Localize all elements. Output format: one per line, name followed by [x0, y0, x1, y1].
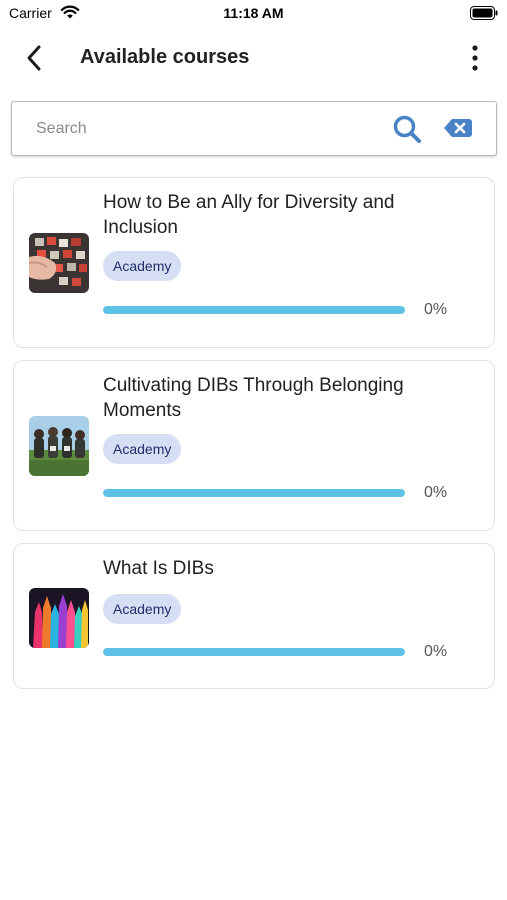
category-badge: Academy — [103, 251, 182, 281]
progress-label: 0% — [424, 484, 448, 501]
search-bar — [11, 101, 497, 156]
clear-text-icon[interactable] — [443, 117, 473, 139]
progress-label: 0% — [424, 301, 448, 318]
search-icon[interactable] — [392, 114, 422, 144]
progress-bar — [103, 306, 405, 314]
course-card[interactable]: Cultivating DIBs Through Belonging Momen… — [13, 360, 495, 531]
course-title: What Is DIBs — [103, 558, 214, 579]
course-thumbnail — [29, 233, 89, 293]
progress-bar — [103, 648, 405, 656]
status-time: 11:18 AM — [223, 5, 284, 21]
progress-label: 0% — [424, 643, 448, 660]
battery-icon — [470, 6, 498, 20]
course-title: Cultivating DIBs Through Belonging Momen… — [103, 375, 404, 421]
course-card[interactable]: How to Be an Ally for Diversity and Incl… — [13, 177, 495, 348]
course-thumbnail — [29, 416, 89, 476]
chevron-left-icon — [27, 45, 41, 71]
back-button[interactable] — [18, 42, 50, 74]
nav-bar: Available courses — [0, 30, 507, 86]
more-vertical-icon — [472, 45, 478, 71]
progress-fill — [103, 489, 405, 497]
status-bar: Carrier 11:18 AM — [0, 0, 507, 28]
more-options-button[interactable] — [463, 42, 487, 74]
progress-fill — [103, 306, 405, 314]
course-card[interactable]: What Is DIBs Academy 0% — [13, 543, 495, 689]
progress-bar — [103, 489, 405, 497]
course-title: How to Be an Ally for Diversity and Incl… — [103, 192, 395, 238]
category-badge: Academy — [103, 594, 182, 624]
page-title: Available courses — [80, 46, 250, 68]
category-badge: Academy — [103, 434, 182, 464]
search-input[interactable] — [36, 116, 366, 142]
progress-fill — [103, 648, 405, 656]
course-thumbnail — [29, 588, 89, 648]
